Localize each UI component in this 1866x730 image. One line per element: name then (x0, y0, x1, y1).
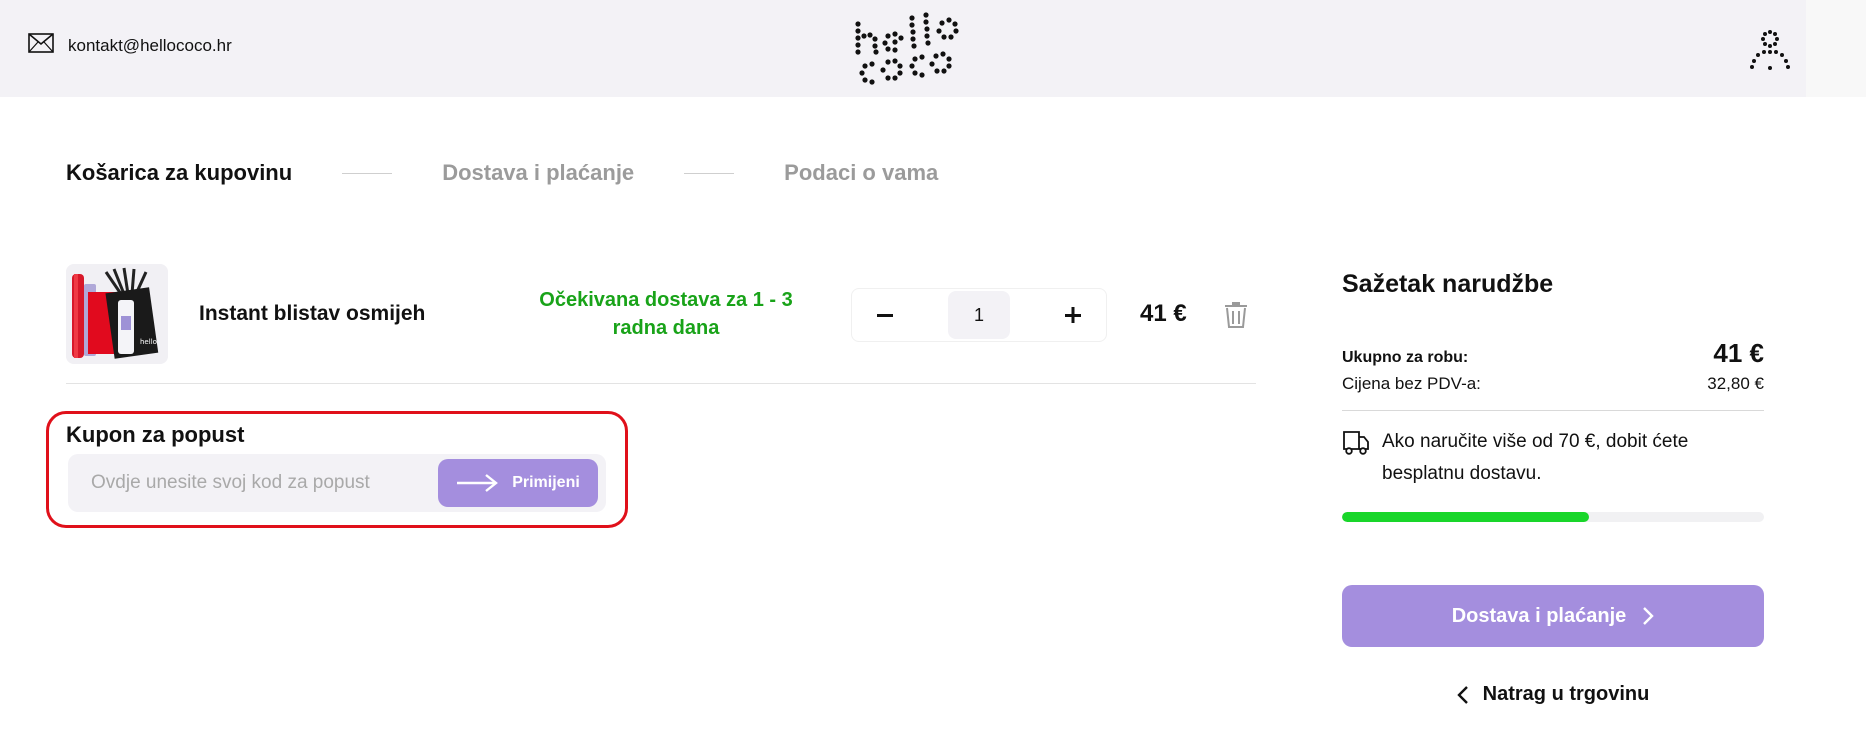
apply-coupon-button[interactable]: Primijeni (438, 459, 598, 507)
contact-email: kontakt@hellococo.hr (68, 35, 232, 55)
arrow-right-icon (457, 474, 499, 492)
header-right-strip (1806, 0, 1866, 97)
apply-coupon-label: Primijeni (512, 474, 580, 491)
proceed-to-delivery-button[interactable]: Dostava i plaćanje (1342, 585, 1764, 647)
back-to-shop-link[interactable]: Natrag u trgovinu (1342, 683, 1764, 706)
proceed-to-delivery-label: Dostava i plaćanje (1451, 604, 1627, 627)
checkout-steps: Košarica za kupovinu Dostava i plaćanje … (66, 160, 938, 186)
order-summary: Sažetak narudžbe Ukupno za robu: 41 € Ci… (1342, 270, 1764, 705)
summary-title: Sažetak narudžbe (1342, 270, 1554, 298)
svg-text:hello: hello (140, 338, 157, 346)
net-price-label: Cijena bez PDV-a: (1342, 374, 1481, 393)
coupon-form: Primijeni (68, 454, 606, 512)
product-name[interactable]: Instant blistav osmijeh (199, 302, 425, 326)
net-price-row: Cijena bez PDV-a: 32,80 € (1342, 374, 1764, 411)
back-to-shop-label: Natrag u trgovinu (1482, 683, 1650, 705)
free-shipping-notice: Ako naručite više od 70 €, dobit ćete be… (1342, 426, 1764, 490)
user-icon[interactable] (1748, 28, 1792, 72)
top-bar: kontakt@hellococo.hr (0, 0, 1866, 97)
chevron-left-icon (1456, 685, 1468, 704)
increase-quantity-button[interactable] (1046, 291, 1100, 339)
chevron-right-icon (1643, 607, 1654, 625)
delivery-truck-icon (1343, 431, 1369, 455)
delivery-estimate-line1: Očekivana dostava za 1 - 3 (539, 289, 793, 311)
free-shipping-progress-fill (1342, 512, 1590, 522)
step-delivery-payment[interactable]: Dostava i plaćanje (442, 160, 634, 186)
envelope-icon (28, 33, 54, 58)
goods-total-label: Ukupno za robu: (1342, 349, 1469, 366)
trash-icon[interactable] (1224, 302, 1248, 328)
delivery-estimate-line2: radna dana (612, 317, 720, 339)
step-divider (684, 172, 735, 174)
free-shipping-progress (1342, 512, 1764, 522)
step-your-details[interactable]: Podaci o vama (784, 160, 938, 186)
step-divider (342, 172, 393, 174)
quantity-value[interactable]: 1 (948, 291, 1010, 339)
delivery-estimate: Očekivana dostava za 1 - 3 radna dana (516, 286, 816, 342)
goods-total-row: Ukupno za robu: 41 € (1342, 338, 1764, 369)
minus-icon (877, 314, 893, 317)
coupon-title: Kupon za popust (66, 422, 245, 447)
coupon-section: Kupon za popust Primijeni (46, 411, 628, 528)
coupon-code-input[interactable] (68, 454, 438, 512)
hello-coco-logo[interactable] (850, 6, 985, 90)
step-cart[interactable]: Košarica za kupovinu (66, 160, 292, 186)
quantity-stepper: 1 (851, 288, 1107, 342)
product-image[interactable]: hello (66, 264, 168, 364)
contact-link[interactable]: kontakt@hellococo.hr (28, 33, 232, 58)
net-price-value: 32,80 € (1707, 374, 1764, 393)
free-shipping-text: Ako naručite više od 70 €, dobit ćete be… (1382, 431, 1689, 484)
cart-item-row: hello Instant blistav osmijeh Očekivana … (66, 264, 1256, 384)
item-price: 41 € (1140, 300, 1187, 327)
plus-icon (1065, 307, 1081, 323)
goods-total-value: 41 € (1713, 338, 1764, 368)
decrease-quantity-button[interactable] (858, 291, 912, 339)
